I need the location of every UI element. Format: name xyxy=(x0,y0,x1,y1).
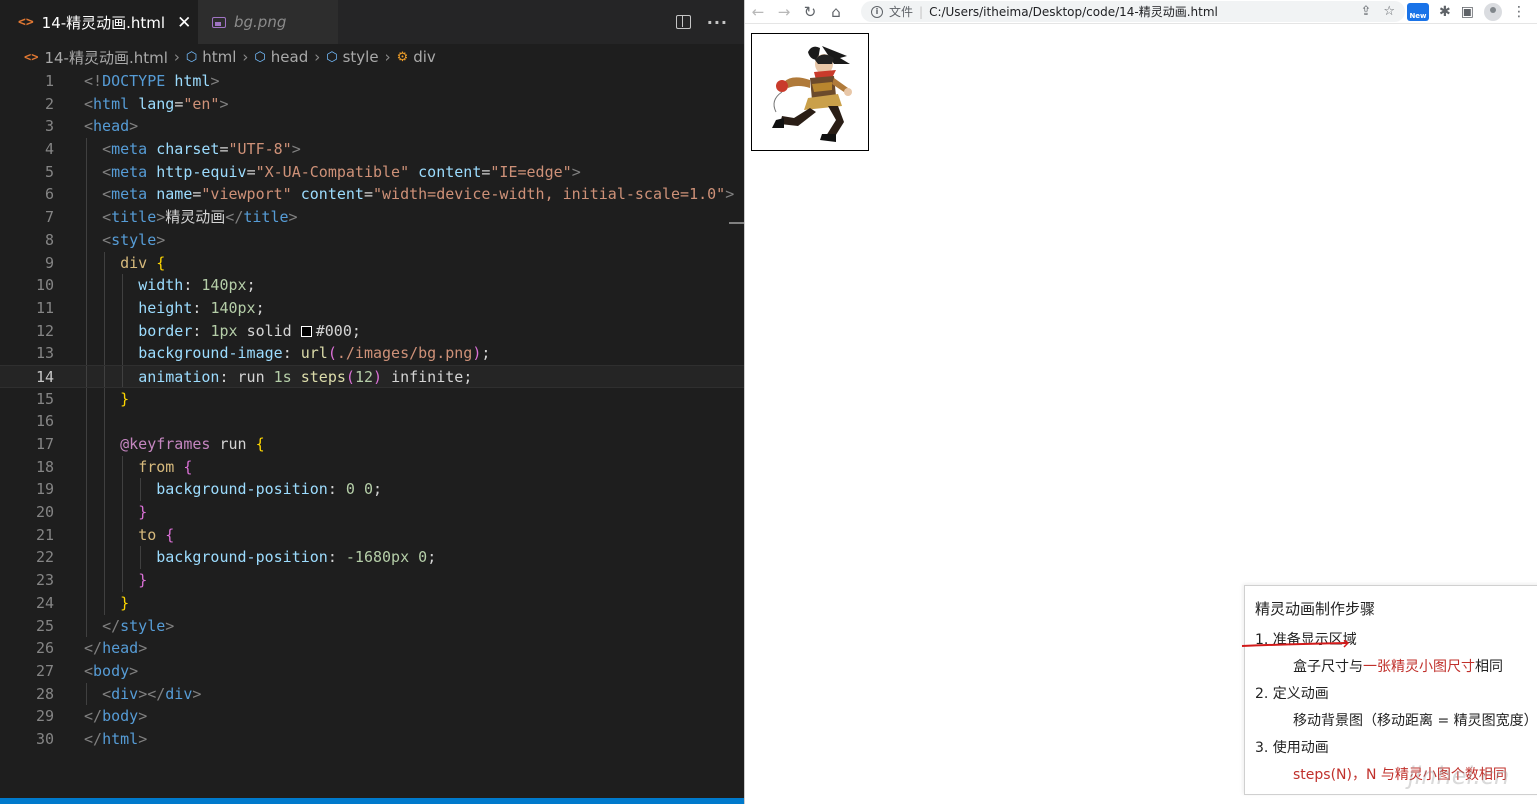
code-editor: <> 14-精灵动画.html ✕ bg.png ··· <> 14-精灵动画.… xyxy=(0,0,744,804)
more-actions-icon[interactable]: ··· xyxy=(707,13,728,32)
reload-icon[interactable]: ↻ xyxy=(797,3,823,21)
css-rule-icon: ⚙ xyxy=(396,49,409,65)
code-line: 11 height: 140px; xyxy=(0,296,744,320)
tab-image-file[interactable]: bg.png xyxy=(198,0,338,44)
watermark: jinhei.cn xyxy=(1408,762,1510,790)
notes-title: 精灵动画制作步骤 xyxy=(1255,600,1376,618)
code-line: 10 width: 140px; xyxy=(0,274,744,297)
step-2-detail: 移动背景图（移动距离 = 精灵图宽度） xyxy=(1293,713,1537,729)
close-icon[interactable]: ✕ xyxy=(177,13,191,33)
status-bar xyxy=(0,798,744,804)
running-character-sprite xyxy=(772,46,852,142)
code-line: 16 xyxy=(0,410,744,433)
code-line: 23 } xyxy=(0,569,744,592)
tab-label: bg.png xyxy=(234,13,287,31)
image-file-icon xyxy=(212,16,226,28)
html-file-icon: <> xyxy=(24,50,39,64)
back-arrow-icon[interactable]: ← xyxy=(745,3,771,21)
code-line: 12 border: 1px solid #000; xyxy=(0,319,744,343)
tab-html-file[interactable]: <> 14-精灵动画.html ✕ xyxy=(0,0,198,44)
home-icon[interactable]: ⌂ xyxy=(823,3,849,21)
side-panel-icon[interactable]: ▣ xyxy=(1461,4,1474,20)
code-line: 6 <meta name="viewport" content="width=d… xyxy=(0,183,744,207)
color-swatch-icon[interactable] xyxy=(300,325,312,337)
code-line: 3 <head> xyxy=(44,117,139,136)
new-extension-icon[interactable]: New xyxy=(1407,3,1429,21)
code-line: 13 background-image: url(./images/bg.png… xyxy=(0,342,744,365)
address-bar-actions: ⇪ ☆ xyxy=(1360,1,1395,22)
code-line: 5 <meta http-equiv="X-UA-Compatible" con… xyxy=(0,160,744,184)
code-line: 7 <title>精灵动画</title> xyxy=(0,206,744,229)
code-line: 27 <body> xyxy=(35,661,139,680)
element-icon: ⬡ xyxy=(185,49,198,65)
code-line: 18 from { xyxy=(0,455,744,479)
code-line: 1 <!DOCTYPE html> xyxy=(44,72,220,90)
code-line: 9 div { xyxy=(0,251,744,275)
chevron-right-icon: › xyxy=(242,48,249,66)
info-icon[interactable]: i xyxy=(871,5,883,18)
bookmark-star-icon[interactable]: ☆ xyxy=(1383,4,1395,19)
editor-tab-bar: <> 14-精灵动画.html ✕ bg.png ··· xyxy=(0,0,744,44)
code-line: 24 } xyxy=(0,591,744,615)
step-2: 2. 定义动画 xyxy=(1255,686,1329,702)
step-1-detail: 盒子尺寸与一张精灵小图尺寸相同 xyxy=(1293,659,1503,675)
code-line: 29 </body> xyxy=(35,707,148,726)
code-line: 25 </style> xyxy=(0,614,744,638)
code-line: 2 <html lang="en"> xyxy=(44,94,229,113)
code-line: 26 </head> xyxy=(35,639,148,658)
code-line: 17 @keyframes run { xyxy=(0,433,744,456)
address-bar[interactable]: i 文件 | C:/Users/itheima/Desktop/code/14-… xyxy=(861,1,1405,22)
page-security-label: 文件 xyxy=(889,5,914,19)
breadcrumb-item-head[interactable]: head xyxy=(271,48,308,66)
element-icon: ⬡ xyxy=(254,49,266,65)
code-area[interactable]: 1 <!DOCTYPE html> 2 <html lang="en"> 3 <hea… xyxy=(0,70,744,751)
red-underline-annotation xyxy=(1241,640,1350,648)
breadcrumb-item-file[interactable]: 14-精灵动画.html xyxy=(44,47,167,68)
sprite-display-box xyxy=(751,33,869,151)
chevron-right-icon: › xyxy=(384,48,391,66)
code-line: 4 <meta charset="UTF-8"> xyxy=(0,138,744,161)
extensions-area: New ✱ ▣ ⋮ xyxy=(1407,0,1526,24)
scrollbar-marker[interactable] xyxy=(729,222,744,224)
url-text[interactable]: C:/Users/itheima/Desktop/code/14-精灵动画.ht… xyxy=(929,3,1218,20)
chevron-right-icon: › xyxy=(314,48,321,66)
code-line: 20 } xyxy=(0,501,744,524)
code-line: 22 background-position: -1680px 0; xyxy=(0,546,744,570)
puzzle-icon[interactable]: ✱ xyxy=(1439,4,1451,20)
code-line: 19 background-position: 0 0; xyxy=(0,478,744,502)
breadcrumb-item-html[interactable]: html xyxy=(202,48,236,66)
breadcrumb-item-style[interactable]: style xyxy=(343,48,379,66)
code-line: 15 } xyxy=(0,387,744,411)
editor-actions: ··· xyxy=(675,0,728,44)
divider: | xyxy=(919,4,924,19)
forward-arrow-icon[interactable]: → xyxy=(771,3,797,21)
code-line: 8 <style> xyxy=(0,228,744,252)
breadcrumb-item-div[interactable]: div xyxy=(413,48,436,66)
code-line: 21 to { xyxy=(0,523,744,547)
menu-kebab-icon[interactable]: ⋮ xyxy=(1512,4,1526,20)
step-3: 3. 使用动画 xyxy=(1255,740,1329,756)
profile-avatar-icon[interactable] xyxy=(1483,3,1502,21)
breadcrumb: <> 14-精灵动画.html › ⬡ html › ⬡ head › ⬡ st… xyxy=(0,44,744,70)
html-file-icon: <> xyxy=(18,15,34,30)
code-line: 30 </html> xyxy=(35,729,148,748)
chevron-right-icon: › xyxy=(173,48,180,66)
element-icon: ⬡ xyxy=(326,49,338,65)
browser-toolbar: ← → ↻ ⌂ i 文件 | C:/Users/itheima/Desktop/… xyxy=(745,0,1537,24)
share-icon[interactable]: ⇪ xyxy=(1360,4,1371,19)
code-line: 28 <div></div> xyxy=(0,682,744,706)
split-editor-icon[interactable] xyxy=(675,15,691,29)
tab-label: 14-精灵动画.html xyxy=(41,14,166,32)
code-line-current: 14 animation: run 1s steps(12) infinite; xyxy=(0,364,744,388)
